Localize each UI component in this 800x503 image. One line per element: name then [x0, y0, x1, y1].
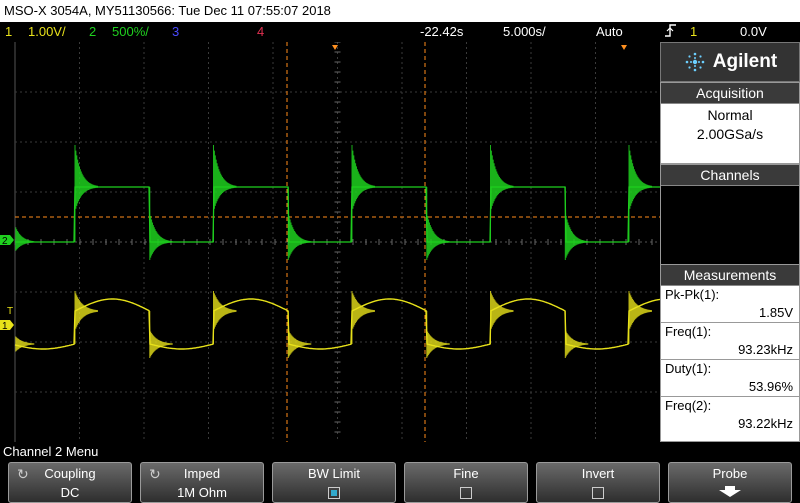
svg-text:2: 2: [2, 236, 8, 247]
softkey-label: Invert: [581, 466, 615, 481]
impedance-softkey[interactable]: ↻ Imped 1M Ohm: [140, 462, 264, 503]
ch2-probe-ratio: 10.0:1: [756, 208, 793, 223]
ch3-coupling: DC: [664, 228, 683, 243]
channel-row-2: DC BW 10.0:1: [661, 206, 799, 226]
coupling-softkey[interactable]: ↻ Coupling DC: [8, 462, 132, 503]
ch2-number[interactable]: 2: [89, 22, 96, 42]
softkey-bar: ↻ Coupling DC ↻ Imped 1M Ohm BW Limit Fi…: [0, 462, 800, 503]
channel-row-4: DC 1.00:1: [661, 246, 799, 266]
agilent-spark-icon: [685, 52, 705, 72]
ch3-probe-ratio: 10.0:1: [756, 228, 793, 243]
ch1-scale[interactable]: 1.00V/: [28, 22, 66, 42]
invert-softkey[interactable]: Invert: [536, 462, 660, 503]
softkey-label: Fine: [453, 466, 479, 481]
measurement-label: Pk-Pk(1):: [665, 287, 720, 302]
channels-panel[interactable]: Channels DC 10.0:1 DC BW 10.0:1 DC 10.0:…: [660, 164, 800, 266]
acquisition-header: Acquisition: [661, 83, 799, 104]
acquisition-panel[interactable]: Acquisition Normal 2.00GSa/s: [660, 82, 800, 164]
ch4-probe-ratio: 1.00:1: [756, 248, 793, 263]
ch1-coupling: DC: [664, 188, 683, 203]
measurement-value: 1.85V: [661, 304, 799, 323]
softkey-label: Imped: [183, 466, 221, 481]
fine-softkey[interactable]: Fine: [404, 462, 528, 503]
submenu-arrow-icon: [719, 486, 741, 497]
channel-row-3: DC 10.0:1: [661, 226, 799, 246]
channels-header: Channels: [661, 165, 799, 186]
brand-name: Agilent: [712, 51, 778, 72]
timebase[interactable]: 5.000s/: [503, 22, 546, 42]
measurements-panel[interactable]: Measurements Pk-Pk(1): 1.85V Freq(1): 93…: [660, 264, 800, 442]
ch3-number[interactable]: 3: [172, 22, 179, 42]
softkey-label: Probe: [712, 466, 748, 481]
softkey-value: 1M Ohm: [177, 485, 227, 500]
acquisition-mode: Normal: [707, 107, 753, 123]
measurement-label: Freq(1):: [665, 324, 712, 339]
measurements-header: Measurements: [661, 265, 799, 286]
ch1-probe-ratio: 10.0:1: [756, 188, 793, 203]
menu-title: Channel 2 Menu: [0, 442, 800, 462]
measurement-value: 93.23kHz: [661, 341, 799, 360]
svg-text:1: 1: [2, 321, 8, 332]
ch1-number[interactable]: 1: [5, 22, 12, 42]
fine-checkbox[interactable]: [460, 487, 472, 499]
softkey-label: BW Limit: [308, 466, 360, 481]
side-panel: Agilent Acquisition Normal 2.00GSa/s Cha…: [660, 42, 800, 442]
ch4-coupling: DC: [664, 248, 683, 263]
trigger-level[interactable]: 0.0V: [740, 22, 767, 42]
softkey-value: DC: [60, 485, 80, 500]
probe-softkey[interactable]: Probe: [668, 462, 792, 503]
waveform-display[interactable]: 2 1 T: [0, 42, 660, 442]
bw-limit-checkbox[interactable]: [328, 487, 340, 499]
measurement-value: 93.22kHz: [738, 416, 793, 431]
measurement-label: Freq(2):: [665, 398, 712, 413]
softkey-label: Coupling: [44, 466, 96, 481]
trigger-level-marker: T: [7, 306, 13, 317]
measurement-value: 53.96%: [661, 378, 799, 397]
bw-limit-softkey[interactable]: BW Limit: [272, 462, 396, 503]
measurement-label: Duty(1):: [665, 361, 712, 376]
agilent-logo: Agilent: [660, 42, 800, 82]
ch2-scale[interactable]: 500%/: [112, 22, 149, 42]
horizontal-delay[interactable]: -22.42s: [420, 22, 463, 42]
invert-checkbox[interactable]: [592, 487, 604, 499]
trigger-source[interactable]: 1: [690, 22, 697, 42]
status-bar: 1 1.00V/ 2 500%/ 3 4 -22.42s 5.000s/ Aut…: [0, 22, 800, 42]
title-bar: MSO-X 3054A, MY51130566: Tue Dec 11 07:5…: [0, 0, 800, 22]
channel-row-1: DC 10.0:1: [661, 186, 799, 206]
ch2-coupling: DC BW: [664, 208, 708, 223]
ch4-number[interactable]: 4: [257, 22, 264, 42]
trigger-mode[interactable]: Auto: [596, 22, 623, 42]
sample-rate: 2.00GSa/s: [696, 126, 764, 142]
